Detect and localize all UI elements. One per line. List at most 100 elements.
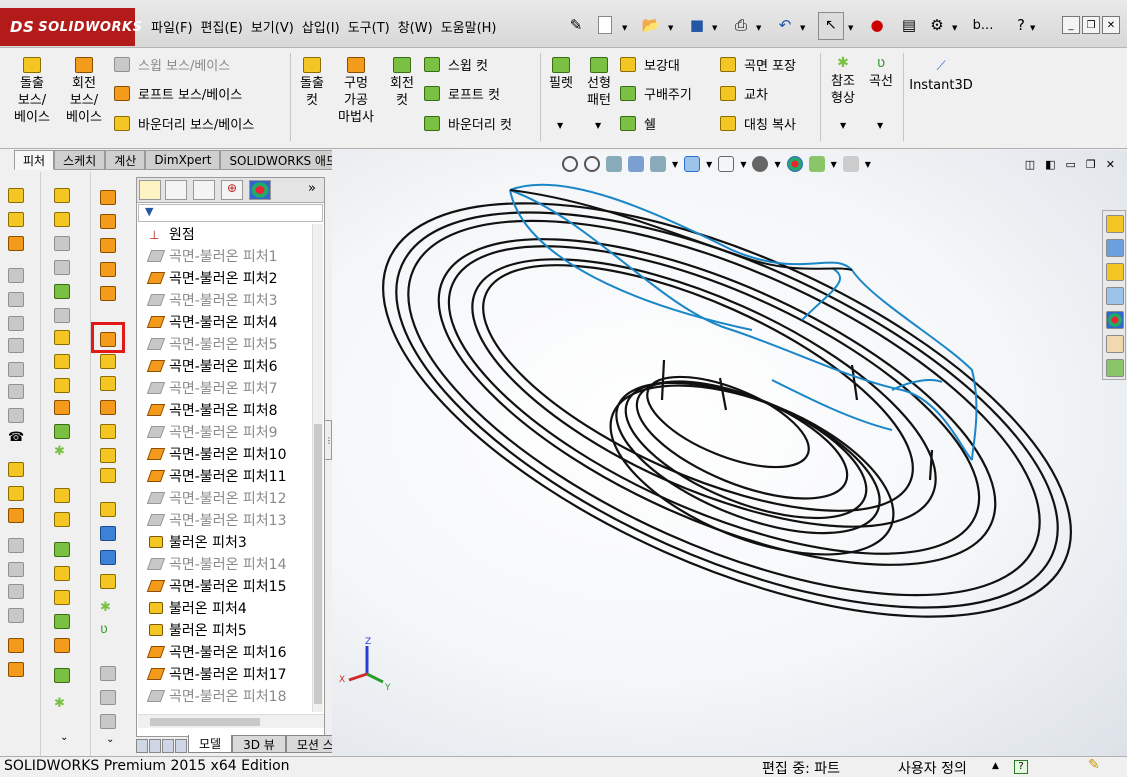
tree-item[interactable]: 곡면-불러온 피처10 (146, 444, 286, 464)
surface-tool-icon[interactable] (100, 400, 116, 415)
menu-tools[interactable]: 도구(T) (345, 17, 395, 36)
surface-tool-icon[interactable]: ʋ (100, 622, 116, 637)
surface-tool-icon[interactable] (100, 666, 116, 681)
tree-item[interactable]: 곡면-불러온 피처15 (146, 576, 286, 596)
surface-tool-icon[interactable]: ✱ (100, 600, 116, 615)
resources-home-icon[interactable] (1106, 215, 1124, 233)
sketch-tool-icon[interactable] (8, 562, 24, 577)
tree-item[interactable]: 곡면-불러온 피처12 (146, 488, 286, 508)
extrude-boss-button[interactable]: 돌출 보스/베이스 (10, 57, 54, 126)
extrude-cut-button[interactable]: 돌출 컷 (294, 57, 330, 109)
help-dropdown-icon[interactable]: ▼ (1030, 24, 1035, 32)
surface-tool-icon[interactable] (100, 526, 116, 541)
wrap-button[interactable]: 곡면 포장 (720, 55, 796, 74)
sketch-tool-icon[interactable] (8, 638, 24, 653)
feature-tool-icon[interactable] (54, 400, 70, 415)
curves-dropdown-icon[interactable]: ▼ (877, 121, 883, 130)
pattern-dropdown-icon[interactable]: ▼ (595, 121, 601, 130)
close-icon[interactable]: ✕ (1102, 16, 1120, 34)
ref-geometry-dropdown-icon[interactable]: ▼ (840, 121, 846, 130)
menu-edit[interactable]: 편집(E) (198, 17, 248, 36)
sketch-tool-icon[interactable] (8, 608, 24, 623)
tree-item[interactable]: 곡면-불러온 피처17 (146, 664, 286, 684)
solidworks-forum-icon[interactable] (1106, 359, 1124, 377)
feature-tool-icon[interactable]: ✱ (54, 696, 70, 711)
intersect-button[interactable]: 교차 (720, 84, 768, 103)
tree-item[interactable]: 곡면-불러온 피처16 (146, 642, 286, 662)
surface-tool-icon[interactable] (100, 238, 116, 253)
feature-tool-icon[interactable] (54, 488, 70, 503)
search-commands[interactable]: b... (970, 14, 996, 36)
tree-item[interactable]: 곡면-불러온 피처3 (146, 290, 278, 310)
tree-item[interactable]: 불러온 피처3 (149, 532, 247, 552)
rib-button[interactable]: 보강대 (620, 55, 680, 74)
feature-tool-icon[interactable] (54, 638, 70, 653)
design-library-icon[interactable] (1106, 239, 1124, 257)
surface-tool-icon[interactable] (100, 690, 116, 705)
swept-boss-button[interactable]: 스윕 보스/베이스 (114, 55, 230, 74)
units-text[interactable]: 사용자 정의 (898, 758, 967, 777)
sketch-tool-icon[interactable]: ☎ (8, 430, 24, 445)
dimxpert-tab-icon[interactable]: ⊕ (221, 180, 243, 200)
tab-model[interactable]: 모델 (188, 735, 233, 753)
units-dropdown-icon[interactable]: ▲ (992, 761, 999, 771)
configuration-manager-tab-icon[interactable] (193, 180, 215, 200)
tab-sketch[interactable]: 스케치 (54, 150, 106, 170)
tree-item[interactable]: 곡면-불러온 피처11 (146, 466, 286, 486)
graphics-area[interactable]: ▼ ▼ ▼ ▼ ▼ ▼ ◫ ◧ ▭ ❐ ✕ Z X Y (332, 150, 1127, 756)
new-dropdown-icon[interactable]: ▼ (622, 24, 627, 32)
menu-file[interactable]: 파일(F) (148, 17, 198, 36)
tab-evaluate[interactable]: 계산 (105, 150, 146, 170)
sketch-tool-icon[interactable] (8, 362, 24, 377)
feature-tool-icon[interactable] (54, 542, 70, 557)
solidworks-logo[interactable]: DS SOLIDWORKS (0, 8, 142, 46)
tab-features[interactable]: 피처 (14, 150, 55, 170)
select-dropdown-icon[interactable]: ▼ (848, 24, 853, 32)
feature-tool-icon[interactable]: ✱ (54, 444, 70, 459)
scrollbar-thumb[interactable] (314, 424, 322, 704)
tree-item[interactable]: 곡면-불러온 피처1 (146, 246, 278, 266)
feature-tool-icon[interactable] (54, 354, 70, 369)
surface-tool-icon[interactable] (100, 262, 116, 277)
fillet-dropdown-icon[interactable]: ▼ (557, 121, 563, 130)
prev-tab-arrow-icon[interactable] (149, 739, 161, 753)
tree-item[interactable]: 곡면-불러온 피처5 (146, 334, 278, 354)
tree-item[interactable]: 곡면-불러온 피처2 (146, 268, 278, 288)
property-manager-tab-icon[interactable] (165, 180, 187, 200)
surface-tool-icon[interactable] (100, 376, 116, 391)
sketch-tool-icon[interactable] (8, 508, 24, 523)
view-palette-icon[interactable] (1106, 287, 1124, 305)
feature-tool-icon[interactable] (54, 566, 70, 581)
menu-view[interactable]: 보기(V) (248, 17, 299, 36)
new-document-icon[interactable] (598, 16, 612, 34)
chevron-down-icon[interactable]: ⌄ (106, 734, 122, 749)
surface-tool-icon[interactable] (100, 714, 116, 729)
menu-window[interactable]: 창(W) (395, 17, 438, 36)
sketch-tool-icon[interactable] (8, 486, 24, 501)
save-dropdown-icon[interactable]: ▼ (712, 24, 717, 32)
menu-help[interactable]: 도움말(H) (438, 17, 502, 36)
sketch-tool-icon[interactable] (8, 662, 24, 677)
options-dropdown-icon[interactable]: ▼ (952, 24, 957, 32)
horizontal-scrollbar[interactable] (138, 714, 324, 728)
feature-tool-icon[interactable] (54, 236, 70, 251)
tree-filter[interactable]: ▼ (138, 204, 323, 222)
feature-tool-icon[interactable] (54, 378, 70, 393)
draft-button[interactable]: 구배주기 (620, 84, 692, 103)
sketch-tool-icon[interactable] (8, 384, 24, 399)
mirror-button[interactable]: 대칭 복사 (720, 114, 796, 133)
feature-tool-icon[interactable] (54, 330, 70, 345)
open-dropdown-icon[interactable]: ▼ (668, 24, 673, 32)
expand-panel-icon[interactable]: » (308, 181, 316, 196)
custom-properties-icon[interactable] (1106, 335, 1124, 353)
feature-tool-icon[interactable] (54, 512, 70, 527)
traffic-light-icon[interactable]: ● (866, 14, 888, 36)
tab-3d-view[interactable]: 3D 뷰 (232, 735, 286, 753)
loft-cut-button[interactable]: 로프트 컷 (424, 84, 500, 103)
tree-item[interactable]: 곡면-불러온 피처4 (146, 312, 278, 332)
sketch-tool-icon[interactable] (8, 538, 24, 553)
sketch-tool-icon[interactable] (8, 292, 24, 307)
save-icon[interactable]: ■ (686, 14, 708, 36)
feature-tool-icon[interactable] (54, 668, 70, 683)
surface-tool-icon[interactable] (100, 424, 116, 439)
